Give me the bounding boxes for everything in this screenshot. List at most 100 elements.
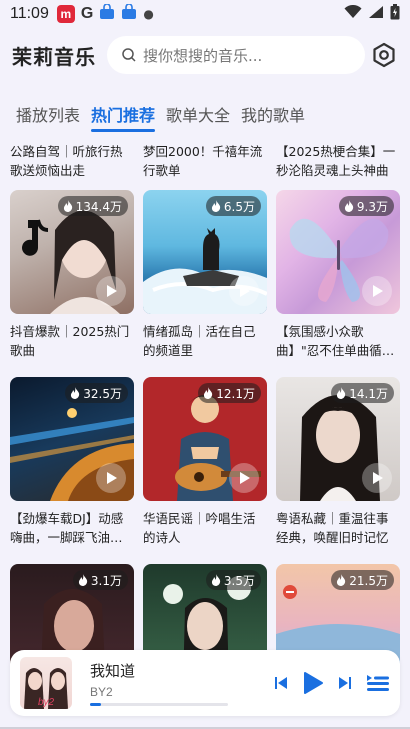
now-playing-info: 我知道 BY2 <box>90 660 230 706</box>
play-button[interactable] <box>229 276 259 306</box>
tab-playlist-library[interactable]: 歌单大全 <box>166 96 230 132</box>
playlist-cover: 134.4万 <box>10 190 134 314</box>
playlist-title: 梦回2000！千禧年流行歌单 <box>143 144 263 178</box>
next-button[interactable] <box>338 676 352 690</box>
playback-progress[interactable] <box>90 703 228 706</box>
tab-hot-recommend[interactable]: 热门推荐 <box>91 96 156 132</box>
now-playing-title: 我知道 <box>90 662 136 680</box>
play-icon <box>373 472 383 484</box>
playlist-title: 【氛围感小众歌曲】"忍不住单曲循… <box>276 324 395 358</box>
playlist-card[interactable]: 32.5万 【劲爆车载DJ】动感嗨曲，一脚踩飞油… <box>10 377 134 564</box>
play-icon <box>240 472 250 484</box>
flame-icon <box>78 574 88 586</box>
play-button[interactable] <box>96 276 126 306</box>
flame-icon <box>337 387 346 399</box>
app-title: 茉莉音乐 <box>12 44 96 69</box>
progress-fill <box>90 703 102 706</box>
playlist-card[interactable]: 134.4万 抖音爆款｜2025热门歌曲 <box>10 190 134 377</box>
playlist-card[interactable]: 公路自驾｜听旅行热歌送烦恼出走 <box>10 140 134 190</box>
playlist-cover: 14.1万 <box>276 377 400 501</box>
status-right <box>344 4 400 24</box>
status-time: 11:09 <box>10 5 49 22</box>
signal-icon <box>368 5 384 23</box>
play-count-badge: 21.5万 <box>331 570 394 590</box>
flame-icon <box>71 387 80 399</box>
settings-button[interactable] <box>370 41 398 69</box>
playlist-cover: 12.1万 <box>143 377 267 501</box>
playlist-card[interactable]: 【2025热梗合集】一秒沦陷灵魂上头神曲 <box>276 140 400 190</box>
playlist-title: 情绪孤岛｜活在自己的频道里 <box>143 324 256 358</box>
playlist-cover: 6.5万 <box>143 190 267 314</box>
next-icon <box>339 677 351 689</box>
store-icon <box>121 3 137 24</box>
queue-icon <box>367 675 389 691</box>
settings-icon <box>373 42 395 68</box>
play-count-badge: 134.4万 <box>57 196 128 216</box>
play-count-badge: 9.3万 <box>338 196 394 216</box>
svg-text:by2: by2 <box>38 697 55 708</box>
play-count-badge: 3.1万 <box>72 570 128 590</box>
flame-icon <box>63 200 72 212</box>
play-icon <box>107 285 117 297</box>
play-icon <box>107 472 117 484</box>
play-icon <box>304 672 323 694</box>
playlist-title: 抖音爆款｜2025热门歌曲 <box>10 324 130 358</box>
play-count: 14.1万 <box>349 386 388 401</box>
tab-my-playlists[interactable]: 我的歌单 <box>241 96 305 132</box>
category-tabs: 播放列表 热门推荐 歌单大全 我的歌单 <box>0 96 410 132</box>
app-header: 茉莉音乐 搜你想搜的音乐... <box>0 30 410 80</box>
play-count: 12.1万 <box>216 386 255 401</box>
player-controls <box>274 671 390 695</box>
cover-art: by2 <box>24 668 68 709</box>
playlist-title: 【2025热梗合集】一秒沦陷灵魂上头神曲 <box>276 144 396 178</box>
wifi-icon <box>344 4 362 23</box>
play-count-badge: 3.5万 <box>205 570 261 590</box>
play-count: 21.5万 <box>349 573 388 588</box>
playlist-feed[interactable]: 公路自驾｜听旅行热歌送烦恼出走 梦回2000！千禧年流行歌单 【2025热梗合集… <box>0 140 410 729</box>
play-count: 32.5万 <box>83 386 122 401</box>
play-count-badge: 14.1万 <box>331 383 394 403</box>
playlist-grid: 公路自驾｜听旅行热歌送烦恼出走 梦回2000！千禧年流行歌单 【2025热梗合集… <box>10 140 402 729</box>
play-count: 6.5万 <box>223 199 255 214</box>
playlist-card[interactable]: 梦回2000！千禧年流行歌单 <box>143 140 267 190</box>
play-pause-button[interactable] <box>302 671 324 695</box>
playlist-card[interactable]: 12.1万 华语民谣｜吟唱生活的诗人 <box>143 377 267 564</box>
flame-icon <box>211 200 221 212</box>
play-button[interactable] <box>362 463 392 493</box>
playlist-cover: 32.5万 <box>10 377 134 501</box>
now-playing-cover: by2 <box>20 657 72 709</box>
play-count: 3.5万 <box>223 573 255 588</box>
play-count-badge: 32.5万 <box>65 383 128 403</box>
playlist-title: 粤语私藏｜重温往事经典，唤醒旧时记忆 <box>276 511 389 545</box>
dot-icon: ● <box>143 7 154 21</box>
now-playing-artist: BY2 <box>90 685 113 699</box>
play-count-badge: 12.1万 <box>198 383 261 403</box>
playlist-card[interactable]: 9.3万 【氛围感小众歌曲】"忍不住单曲循… <box>276 190 400 377</box>
play-icon <box>373 285 383 297</box>
play-count: 3.1万 <box>90 573 122 588</box>
search-placeholder: 搜你想搜的音乐... <box>143 46 263 65</box>
store-icon <box>99 3 115 24</box>
flame-icon <box>204 387 213 399</box>
play-count-badge: 6.5万 <box>205 196 261 216</box>
search-icon <box>122 48 136 62</box>
previous-icon <box>275 677 287 689</box>
play-icon <box>240 285 250 297</box>
playlist-title: 公路自驾｜听旅行热歌送烦恼出走 <box>10 144 123 178</box>
play-button[interactable] <box>96 463 126 493</box>
play-count: 9.3万 <box>356 199 388 214</box>
play-button[interactable] <box>362 276 392 306</box>
mini-player[interactable]: by2 我知道 BY2 <box>10 650 400 716</box>
playlist-cover: 9.3万 <box>276 190 400 314</box>
playlist-card[interactable]: 14.1万 粤语私藏｜重温往事经典，唤醒旧时记忆 <box>276 377 400 564</box>
search-input[interactable]: 搜你想搜的音乐... <box>107 36 365 74</box>
playlist-title: 华语民谣｜吟唱生活的诗人 <box>143 511 256 545</box>
status-bar: 11:09 m G ● <box>0 0 410 28</box>
playlist-queue-button[interactable] <box>366 672 390 694</box>
tab-playlist[interactable]: 播放列表 <box>16 96 80 132</box>
play-count: 134.4万 <box>75 199 122 214</box>
playlist-card[interactable]: 6.5万 情绪孤岛｜活在自己的频道里 <box>143 190 267 377</box>
previous-button[interactable] <box>274 676 288 690</box>
battery-icon <box>390 4 400 24</box>
play-button[interactable] <box>229 463 259 493</box>
